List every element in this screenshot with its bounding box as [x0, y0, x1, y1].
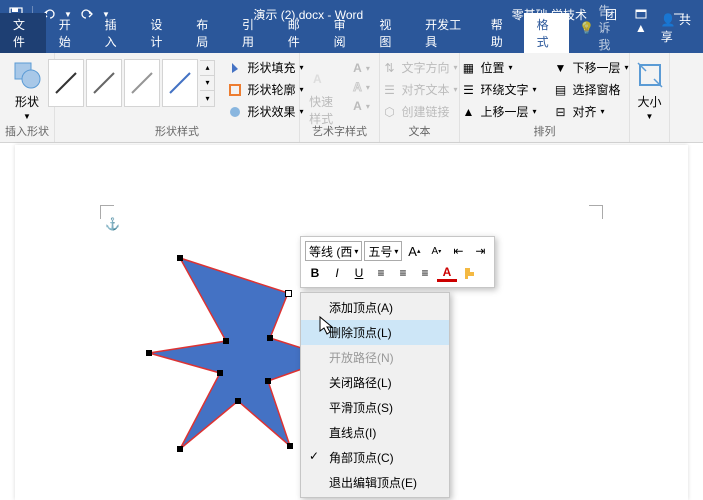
menu-delete-vertex[interactable]: 删除顶点(L): [301, 320, 449, 345]
tab-format[interactable]: 格式: [524, 13, 570, 53]
anchor-icon: ⚓: [105, 217, 120, 231]
wordart-icon: A: [309, 59, 341, 91]
quick-styles-button: A 快速样式: [305, 57, 345, 129]
minimize-ribbon[interactable]: ▲: [629, 18, 653, 38]
align-center[interactable]: ≡: [393, 263, 413, 283]
vertex-point-selected[interactable]: [285, 290, 292, 297]
vertex-point[interactable]: [265, 378, 271, 384]
grow-font[interactable]: A▴: [404, 241, 424, 261]
gallery-up[interactable]: ▴: [200, 61, 214, 76]
style-option-3[interactable]: [124, 59, 160, 107]
vertex-context-menu: 添加顶点(A) 删除顶点(L) 开放路径(N) 关闭路径(L) 平滑顶点(S) …: [300, 292, 450, 498]
vertex-point[interactable]: [287, 443, 293, 449]
tab-help[interactable]: 帮助: [478, 13, 524, 53]
menu-straight-line[interactable]: 直线点(I): [301, 420, 449, 445]
italic-button[interactable]: I: [327, 263, 347, 283]
wrap-text-button[interactable]: ☰环绕文字 ▾: [456, 79, 540, 100]
bold-button[interactable]: B: [305, 263, 325, 283]
font-color[interactable]: A: [437, 265, 457, 282]
menu-open-path: 开放路径(N): [301, 345, 449, 370]
menu-bar: 文件 开始 插入 设计 布局 引用 邮件 审阅 视图 开发工具 帮助 格式 💡告…: [0, 28, 703, 53]
group-arrange: ▦位置 ▾ ☰环绕文字 ▾ ▲上移一层 ▾ ▼下移一层 ▾ ▤选择窗格 ⊟对齐 …: [460, 53, 630, 142]
pane-icon: ▤: [553, 82, 569, 98]
align-button[interactable]: ⊟对齐 ▾: [549, 101, 633, 122]
fill-icon: [227, 60, 243, 76]
wrap-icon: ☰: [460, 82, 476, 98]
vertex-point[interactable]: [223, 338, 229, 344]
group-wordart: A 快速样式 A ▾ A ▾ A ▾ 艺术字样式: [300, 53, 380, 142]
vertex-point[interactable]: [177, 446, 183, 452]
vertex-point[interactable]: [146, 350, 152, 356]
menu-smooth-vertex[interactable]: 平滑顶点(S): [301, 395, 449, 420]
gallery-down[interactable]: ▾: [200, 76, 214, 91]
align-icon: ⊟: [553, 104, 569, 120]
size-icon: [634, 59, 666, 91]
shape-fill-button[interactable]: 形状填充 ▾: [223, 57, 307, 78]
font-size-selector[interactable]: 五号▾: [364, 241, 402, 261]
text-fill: A ▾: [349, 59, 374, 77]
create-link-button: ⬡创建链接: [377, 101, 461, 122]
backward-icon: ▼: [553, 60, 569, 76]
vertex-point[interactable]: [235, 398, 241, 404]
size-button[interactable]: 大小▼: [630, 57, 670, 123]
shapes-button[interactable]: 形状▼: [7, 57, 47, 123]
align-text-button: ☰对齐文本 ▾: [377, 79, 461, 100]
menu-exit-edit[interactable]: 退出编辑顶点(E): [301, 470, 449, 495]
format-painter[interactable]: [459, 263, 479, 283]
svg-text:A: A: [313, 72, 322, 86]
text-effects: A ▾: [349, 97, 374, 115]
decrease-indent[interactable]: ⇤: [448, 241, 468, 261]
group-size: 大小▼: [630, 53, 670, 142]
forward-icon: ▲: [460, 104, 476, 120]
underline-button[interactable]: U: [349, 263, 369, 283]
selection-pane-button[interactable]: ▤选择窗格: [549, 79, 633, 100]
style-option-1[interactable]: [48, 59, 84, 107]
tab-references[interactable]: 引用: [229, 13, 275, 53]
group-text: ⇅文字方向 ▾ ☰对齐文本 ▾ ⬡创建链接 文本: [380, 53, 460, 142]
shrink-font[interactable]: A▾: [426, 241, 446, 261]
align-right[interactable]: ≡: [415, 263, 435, 283]
style-option-4[interactable]: [162, 59, 198, 107]
shape-outline-button[interactable]: 形状轮廓 ▾: [223, 79, 307, 100]
group-shape-styles: ▴ ▾ ▾ 形状填充 ▾ 形状轮廓 ▾ 形状效果 ▾ 形状样式: [55, 53, 300, 142]
tab-developer[interactable]: 开发工具: [412, 13, 478, 53]
text-outline: A ▾: [349, 78, 374, 96]
bring-forward-button[interactable]: ▲上移一层 ▾: [456, 101, 540, 122]
tab-review[interactable]: 审阅: [321, 13, 367, 53]
tab-file[interactable]: 文件: [0, 13, 46, 53]
increase-indent[interactable]: ⇥: [470, 241, 490, 261]
style-option-2[interactable]: [86, 59, 122, 107]
share-button[interactable]: 👤 共享: [653, 11, 699, 45]
tab-design[interactable]: 设计: [137, 13, 183, 53]
menu-close-path[interactable]: 关闭路径(L): [301, 370, 449, 395]
vertex-point[interactable]: [217, 370, 223, 376]
send-backward-button[interactable]: ▼下移一层 ▾: [549, 57, 633, 78]
align-left[interactable]: ≡: [371, 263, 391, 283]
shape-effects-button[interactable]: 形状效果 ▾: [223, 101, 307, 122]
position-icon: ▦: [460, 60, 476, 76]
tab-home[interactable]: 开始: [46, 13, 92, 53]
position-button[interactable]: ▦位置 ▾: [456, 57, 540, 78]
shapes-icon: [11, 59, 43, 91]
tab-layout[interactable]: 布局: [183, 13, 229, 53]
tab-mailings[interactable]: 邮件: [275, 13, 321, 53]
vertex-point[interactable]: [177, 255, 183, 261]
font-selector[interactable]: 等线 (西▾: [305, 241, 362, 261]
gallery-more[interactable]: ▾: [200, 91, 214, 106]
shape-style-gallery[interactable]: ▴ ▾ ▾: [46, 57, 215, 109]
menu-corner-point[interactable]: ✓角部顶点(C): [301, 445, 449, 470]
lightbulb-icon: 💡: [579, 21, 594, 35]
mini-toolbar: 等线 (西▾ 五号▾ A▴ A▾ ⇤ ⇥ B I U ≡ ≡ ≡ A: [300, 236, 495, 288]
tell-me-search[interactable]: 💡告诉我: [569, 2, 628, 53]
menu-add-vertex[interactable]: 添加顶点(A): [301, 295, 449, 320]
tab-view[interactable]: 视图: [366, 13, 412, 53]
vertex-point[interactable]: [267, 335, 273, 341]
outline-icon: [227, 82, 243, 98]
check-icon: ✓: [309, 449, 319, 463]
effects-icon: [227, 104, 243, 120]
tab-insert[interactable]: 插入: [92, 13, 138, 53]
text-direction-button: ⇅文字方向 ▾: [377, 57, 461, 78]
margin-corner-tr: [589, 205, 603, 219]
ribbon: 形状▼ 插入形状 ▴ ▾ ▾ 形状填充 ▾ 形状轮廓: [0, 53, 703, 143]
